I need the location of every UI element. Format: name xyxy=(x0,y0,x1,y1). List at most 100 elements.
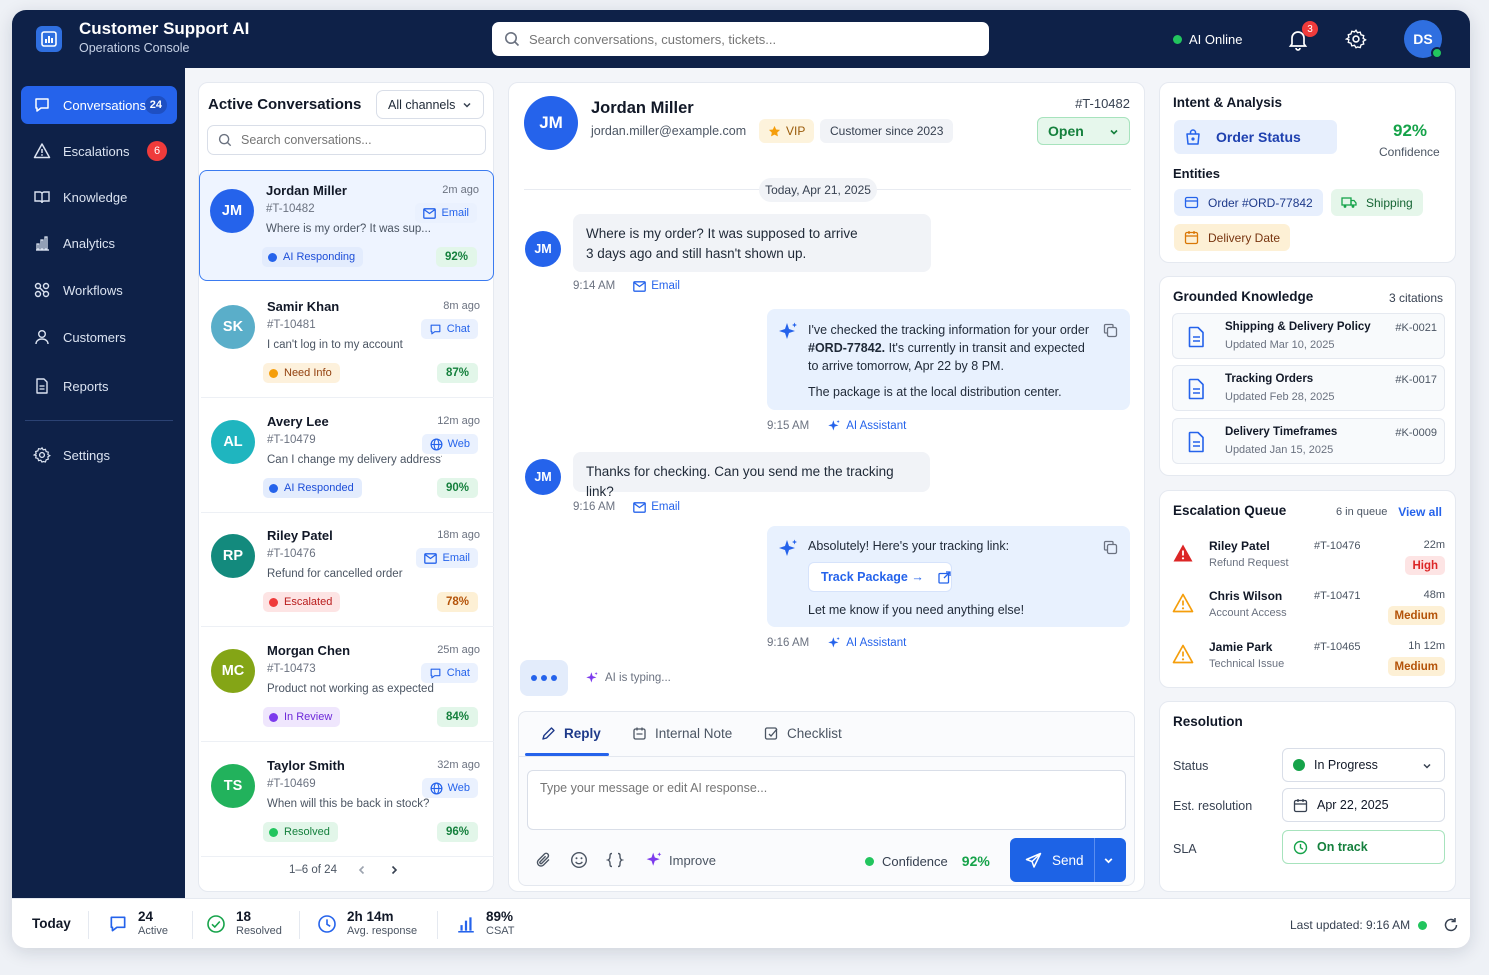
improve-button[interactable]: Improve xyxy=(645,851,716,869)
settings-button[interactable] xyxy=(1344,28,1367,55)
globe-icon xyxy=(430,782,443,794)
chevron-left-icon[interactable] xyxy=(355,863,369,877)
escalation-row[interactable]: Jamie Park Technical Issue #T-10465 1h 12m M… xyxy=(1172,638,1445,684)
knowledge-title: Grounded Knowledge xyxy=(1173,289,1314,304)
document-icon xyxy=(1188,326,1204,348)
typing-indicator xyxy=(520,660,568,696)
user-online-dot xyxy=(1431,47,1443,59)
status-dot xyxy=(1293,759,1305,771)
customer-avatar: JM xyxy=(524,96,578,150)
message-preview: When will this be back in stock? xyxy=(267,798,430,810)
message-text: Where is my order? It was supposed to ar… xyxy=(586,226,858,241)
search-icon xyxy=(505,32,520,47)
est-resolution-date-field[interactable]: Apr 22, 2025 xyxy=(1282,788,1445,822)
sparkle-icon xyxy=(646,852,662,866)
ticket-id: #T-10473 xyxy=(267,663,316,675)
conversation-search[interactable] xyxy=(207,125,486,155)
message-meta: 9:16 AM AI Assistant xyxy=(767,636,906,650)
divider xyxy=(299,911,300,939)
channel-badge: Email xyxy=(416,548,478,568)
tab-checklist[interactable]: Checklist xyxy=(764,726,842,741)
conversation-card[interactable]: SK Samir Khan 8m ago #T-10481 I can't log in… xyxy=(201,287,494,398)
customer-avatar: TS xyxy=(211,764,255,808)
sidebar-item-customers[interactable]: Customers xyxy=(21,318,177,356)
entity-chip[interactable]: Shipping xyxy=(1331,189,1423,216)
sidebar-item-reports[interactable]: Reports xyxy=(21,367,177,405)
knowledge-item[interactable]: Tracking Orders Updated Feb 28, 2025 #K-00… xyxy=(1172,365,1445,411)
status-dot xyxy=(269,368,278,378)
conversation-card[interactable]: RP Riley Patel 18m ago #T-10476 Refund for c… xyxy=(201,516,494,627)
copy-icon[interactable] xyxy=(1103,323,1118,338)
sidebar-item-knowledge[interactable]: Knowledge xyxy=(21,178,177,216)
attachment-icon[interactable] xyxy=(535,851,553,869)
emoji-icon[interactable] xyxy=(570,851,588,869)
message-time: 9:15 AM xyxy=(767,420,810,432)
knowledge-item[interactable]: Delivery Timeframes Updated Jan 15, 2025 #… xyxy=(1172,418,1445,464)
sidebar-item-settings[interactable]: Settings xyxy=(21,436,177,474)
gear-icon xyxy=(33,446,51,463)
sidebar-item-label: Settings xyxy=(63,447,110,463)
variables-braces-icon[interactable] xyxy=(606,851,624,869)
view-all-link[interactable]: View all xyxy=(1398,505,1442,519)
global-search-input[interactable] xyxy=(529,31,969,47)
track-package-link[interactable]: Track Package → xyxy=(808,562,952,592)
conversation-search-input[interactable] xyxy=(241,133,471,147)
ticket-status-dropdown[interactable]: Open xyxy=(1037,117,1130,145)
reply-input-box[interactable] xyxy=(527,770,1126,830)
escalation-ticket-id: #T-10465 xyxy=(1314,641,1361,653)
customer-message: Thanks for checking. Can you send me the… xyxy=(573,452,930,499)
sparkle-icon xyxy=(779,322,797,339)
app-subtitle: Operations Console xyxy=(79,41,190,55)
customer-avatar: MC xyxy=(211,649,255,693)
knowledge-title: Delivery Timeframes xyxy=(1225,426,1338,438)
sidebar-item-workflows[interactable]: Workflows xyxy=(21,271,177,309)
confidence-label: Confidence xyxy=(882,853,948,869)
escalation-row[interactable]: Riley Patel Refund Request #T-10476 22m High xyxy=(1172,537,1445,583)
reply-input[interactable] xyxy=(540,781,1113,819)
sidebar-item-escalations[interactable]: Escalations 6 xyxy=(21,132,177,170)
confidence-score: 92% xyxy=(435,247,477,267)
conversation-card[interactable]: JM Jordan Miller 2m ago #T-10482 Where is my… xyxy=(199,170,494,281)
channel-badge: Chat xyxy=(420,663,478,683)
notifications-badge: 3 xyxy=(1302,21,1318,37)
conversation-time: 18m ago xyxy=(437,529,480,541)
sidebar-item-label: Knowledge xyxy=(63,189,128,205)
calendar-icon xyxy=(1184,231,1199,245)
sla-label: SLA xyxy=(1173,842,1197,856)
tab-reply[interactable]: Reply xyxy=(541,726,601,741)
customer-name: Jordan Miller xyxy=(591,99,694,117)
knowledge-id: #K-0009 xyxy=(1395,427,1437,439)
ticket-status-label: Open xyxy=(1048,123,1084,139)
est-resolution-label: Est. resolution xyxy=(1173,799,1253,813)
conversations-count: 24 xyxy=(144,96,167,114)
refresh-icon[interactable] xyxy=(1443,917,1459,933)
ai-status-label: AI Online xyxy=(1189,32,1243,47)
user-avatar[interactable]: DS xyxy=(1404,20,1443,59)
citations-count: 3 citations xyxy=(1388,291,1443,305)
copy-icon[interactable] xyxy=(1103,540,1118,555)
calendar-icon xyxy=(1293,798,1308,812)
entity-chip[interactable]: Order #ORD-77842 xyxy=(1174,189,1323,216)
status-dropdown[interactable]: In Progress xyxy=(1282,748,1445,782)
chevron-down-icon[interactable] xyxy=(1103,855,1114,866)
entity-chip[interactable]: Delivery Date xyxy=(1174,224,1291,251)
escalation-row[interactable]: Chris Wilson Account Access #T-10471 48m Med… xyxy=(1172,587,1445,633)
conversation-card[interactable]: TS Taylor Smith 32m ago #T-10469 When will t… xyxy=(201,746,494,857)
customer-avatar: AL xyxy=(211,420,255,464)
conversation-card[interactable]: MC Morgan Chen 25m ago #T-10473 Product not … xyxy=(201,631,494,742)
chevron-right-icon[interactable] xyxy=(387,863,401,877)
knowledge-item[interactable]: Shipping & Delivery Policy Updated Mar 10… xyxy=(1172,313,1445,359)
sidebar-item-conversations[interactable]: Conversations 24 xyxy=(21,86,177,124)
escalation-customer: Chris Wilson xyxy=(1209,589,1283,603)
sidebar-item-analytics[interactable]: Analytics xyxy=(21,224,177,262)
channel-filter-dropdown[interactable]: All channels xyxy=(376,90,484,119)
message-preview: Where is my order? It was sup... xyxy=(266,223,431,235)
conversation-card[interactable]: AL Avery Lee 12m ago #T-10479 Can I change m… xyxy=(201,402,494,513)
tabs-divider xyxy=(519,756,1134,757)
tab-internal-note[interactable]: Internal Note xyxy=(632,726,732,741)
send-button[interactable]: Send xyxy=(1010,838,1126,882)
message-preview: Can I change my delivery address? xyxy=(267,454,442,466)
global-search[interactable] xyxy=(492,22,989,56)
send-icon xyxy=(1025,852,1042,868)
customer-avatar: RP xyxy=(211,534,255,578)
